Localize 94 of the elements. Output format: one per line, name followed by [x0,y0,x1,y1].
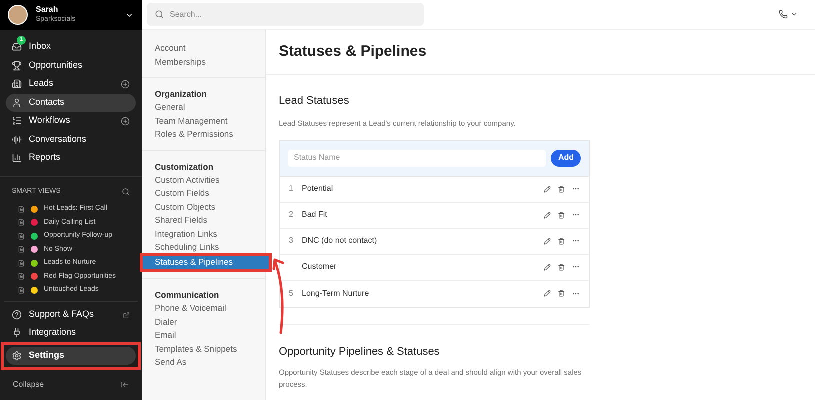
collapse-button[interactable]: Collapse [13,379,44,391]
menu-item[interactable]: Account [142,42,265,56]
nav-item[interactable]: Contacts [6,94,136,112]
document-icon [18,232,25,240]
nav-item[interactable]: Settings [6,347,136,365]
building-icon [12,79,22,89]
menu-item[interactable]: Dialer [142,316,265,329]
row-number: 1 [289,183,294,196]
inbox-icon [12,42,22,52]
phone-icon[interactable] [779,10,788,19]
menu-heading: Organization [154,88,208,101]
nav-label: Leads [29,77,55,90]
nav-item[interactable]: Integrations [6,324,136,342]
trash-icon[interactable] [558,290,565,298]
row-number: 5 [289,288,294,300]
menu-item[interactable]: General [142,101,265,114]
add-icon[interactable] [121,80,130,88]
list-icon [12,116,22,126]
row-number: 3 [289,235,294,248]
edit-icon[interactable] [544,264,551,271]
nav-item[interactable]: Reports [6,149,136,167]
search-input[interactable]: Search... [170,8,416,20]
nav-label: Integrations [29,326,78,340]
nav-item[interactable]: Workflows [6,112,136,130]
document-icon [18,260,25,267]
bar-chart-icon [12,153,22,163]
nav-label: Reports [29,151,62,164]
user-name: Sarah [36,5,60,15]
menu-item[interactable]: Phone & Voicemail [142,302,265,316]
section-title: Opportunity Pipelines & Statuses [279,344,441,360]
trash-icon[interactable] [558,212,565,219]
menu-item[interactable]: Statuses & Pipelines [143,256,269,269]
nav-item[interactable]: Conversations [6,130,136,148]
edit-icon[interactable] [544,290,551,298]
menu-item[interactable]: Custom Fields [142,187,265,200]
plug-icon [12,328,22,338]
trash-icon[interactable] [558,264,565,271]
status-name: Bad Fit [302,209,328,222]
avatar [8,5,28,25]
nav-label: Inbox [29,40,52,54]
status-name-text[interactable]: Status Name [294,152,540,164]
document-icon [18,219,25,226]
nav-item[interactable]: Leads [6,75,136,93]
row-number: 2 [289,209,294,222]
user-icon [12,98,22,108]
settings-icon [12,351,22,361]
menu-item[interactable]: Email [142,329,265,342]
menu-item[interactable]: Shared Fields [142,214,265,228]
menu-item[interactable]: Integration Links [142,228,265,241]
nav-label: Support & FAQs [29,308,96,322]
status-name: Potential [302,183,334,196]
sound-wave-icon [12,134,22,144]
trash-icon[interactable] [558,238,565,245]
nav-item[interactable]: Opportunities [6,56,136,74]
edit-icon[interactable] [544,186,551,193]
menu-item[interactable]: Custom Activities [142,174,265,187]
search-field[interactable]: Search... [147,3,424,26]
status-name: DNC (do not contact) [302,235,378,248]
menu-item[interactable]: Custom Objects [142,200,265,214]
nav-label: Conversations [29,132,88,146]
status-name: Long-Term Nurture [302,288,370,300]
menu-item[interactable]: Team Management [142,114,265,128]
edit-icon[interactable] [544,212,551,219]
nav-label: Opportunities [29,58,84,72]
menu-item[interactable]: Templates & Snippets [142,342,265,356]
menu-item[interactable]: Memberships [142,56,265,69]
edit-icon[interactable] [544,238,551,245]
page-title: Statuses & Pipelines [279,42,427,62]
add-icon[interactable] [121,116,130,126]
document-icon [18,273,25,280]
caret-icon[interactable] [791,11,798,18]
trophy-icon [12,60,22,70]
nav-label: Settings [29,349,66,362]
document-icon [18,246,25,254]
search-icon [155,10,164,19]
section-title: Lead Statuses [279,94,350,109]
menu-item[interactable]: Send As [142,356,265,370]
trash-icon[interactable] [558,186,565,193]
status-name: Customer [302,261,338,274]
nav-label: Contacts [29,96,66,109]
status-name-input[interactable]: Status Name [288,150,546,167]
document-icon [18,286,25,294]
help-icon [12,310,22,320]
nav-label: Workflows [29,114,72,128]
collapse-icon [121,381,129,389]
search-icon[interactable] [122,188,130,196]
menu-item[interactable]: Scheduling Links [142,241,265,254]
external-link-icon [123,312,130,318]
nav-item[interactable]: Support & FAQs [6,306,136,324]
menu-heading: Communication [154,289,220,302]
document-icon [18,206,25,213]
menu-item[interactable]: Roles & Permissions [142,128,265,142]
add-button[interactable]: Add [551,150,581,167]
menu-heading: Customization [154,160,215,174]
